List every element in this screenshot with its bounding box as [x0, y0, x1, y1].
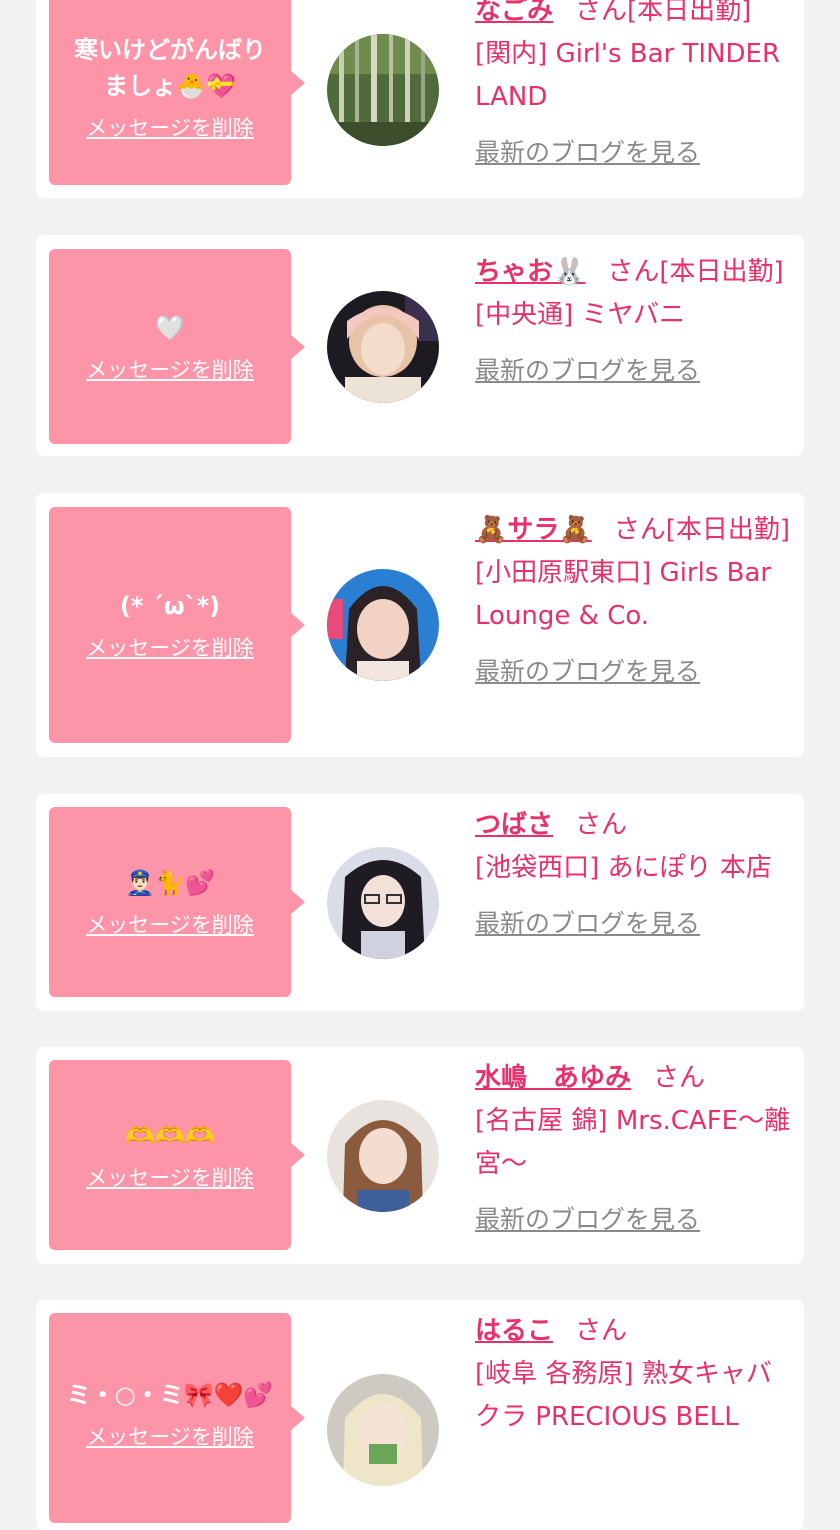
message-text: 🫶🫶🫶 — [125, 1122, 215, 1150]
delete-message-link[interactable]: メッセージを削除 — [86, 1162, 254, 1192]
work-status: [本日出勤] — [665, 515, 791, 545]
bamboo-forest-photo-icon — [327, 34, 439, 146]
message-text: 👮🏻‍♂️🐈💕 — [125, 869, 215, 897]
honorific: さん — [607, 257, 660, 287]
girl-name-link[interactable]: なごみ — [475, 0, 553, 26]
shop-name: [関内] Girl's Bar TINDER LAND — [475, 39, 781, 112]
honorific: さん — [613, 515, 666, 545]
delete-message-link[interactable]: メッセージを削除 — [86, 909, 254, 939]
girl-portrait-photo-icon — [327, 1374, 439, 1486]
message-bubble: 👮🏻‍♂️🐈💕 メッセージを削除 — [49, 807, 305, 997]
message-card: (* ´ω`*) メッセージを削除 🧸サラ🧸 さん[本日出勤] [小田原駅東口] … — [36, 493, 804, 757]
latest-blog-link[interactable]: 最新のブログを見る — [475, 650, 795, 693]
message-card: ミ・○・ミ🎀❤️💕 メッセージを削除 はるこ さん [岐阜 各務原] 熟女キャバク… — [36, 1300, 804, 1530]
avatar[interactable] — [327, 1374, 439, 1486]
honorific: さん — [575, 810, 628, 840]
avatar[interactable] — [327, 1100, 439, 1212]
delete-message-link[interactable]: メッセージを削除 — [86, 354, 254, 384]
girl-name-link[interactable]: つばさ — [475, 810, 553, 840]
message-text: ミ・○・ミ🎀❤️💕 — [66, 1381, 274, 1409]
message-card: 寒いけどがんばり ましょ🐣💝 メッセージを削除 なごみ さん[本日出勤] [関内]… — [36, 0, 804, 198]
shop-name: [岐阜 各務原] 熟女キャバクラ PRECIOUS BELL — [475, 1359, 772, 1432]
shop-name: [名古屋 錦] Mrs.CAFE〜離宮〜 — [475, 1106, 791, 1179]
message-bubble: (* ´ω`*) メッセージを削除 — [49, 507, 305, 743]
work-status: [本日出勤] — [659, 257, 784, 287]
avatar[interactable] — [327, 569, 439, 681]
shop-name: [小田原駅東口] Girls Bar Lounge & Co. — [475, 558, 772, 631]
delete-message-link[interactable]: メッセージを削除 — [86, 1421, 254, 1451]
latest-blog-link[interactable]: 最新のブログを見る — [475, 131, 795, 174]
avatar[interactable] — [327, 291, 439, 403]
message-text: 🤍 — [155, 313, 185, 342]
delete-message-link[interactable]: メッセージを削除 — [86, 112, 254, 142]
latest-blog-link[interactable]: 最新のブログを見る — [475, 902, 795, 945]
girl-info: つばさ さん [池袋西口] あにぽり 本店 最新のブログを見る — [475, 804, 795, 945]
girl-name-link[interactable]: 水嶋 あゆみ — [475, 1063, 631, 1093]
latest-blog-link[interactable]: 最新のブログを見る — [475, 1198, 795, 1241]
message-bubble: 🤍 メッセージを削除 — [49, 249, 305, 444]
message-card: 🫶🫶🫶 メッセージを削除 水嶋 あゆみ さん [名古屋 錦] Mrs.CAFE〜離… — [36, 1047, 804, 1264]
girl-portrait-photo-icon — [327, 847, 439, 959]
latest-blog-link[interactable]: 最新のブログを見る — [475, 349, 795, 392]
honorific: さん — [575, 1316, 628, 1346]
message-text: (* ´ω`*) — [119, 592, 221, 620]
girl-info: ちゃお🐰 さん[本日出勤] [中央通] ミヤバニ 最新のブログを見る — [475, 251, 795, 392]
girl-info: 水嶋 あゆみ さん [名古屋 錦] Mrs.CAFE〜離宮〜 最新のブログを見る — [475, 1057, 795, 1241]
girl-portrait-photo-icon — [327, 291, 439, 403]
girl-portrait-photo-icon — [327, 1100, 439, 1212]
girl-name-link[interactable]: 🧸サラ🧸 — [475, 515, 592, 545]
message-card: 👮🏻‍♂️🐈💕 メッセージを削除 つばさ さん [池袋西口] あにぽり 本店 最新… — [36, 794, 804, 1011]
avatar[interactable] — [327, 34, 439, 146]
shop-name: [池袋西口] あにぽり 本店 — [475, 853, 772, 883]
delete-message-link[interactable]: メッセージを削除 — [86, 632, 254, 662]
message-bubble: 寒いけどがんばり ましょ🐣💝 メッセージを削除 — [49, 0, 305, 185]
girl-name-link[interactable]: はるこ — [475, 1316, 553, 1346]
girl-info: はるこ さん [岐阜 各務原] 熟女キャバクラ PRECIOUS BELL — [475, 1310, 795, 1439]
honorific: さん — [575, 0, 628, 26]
avatar[interactable] — [327, 847, 439, 959]
honorific: さん — [653, 1063, 706, 1093]
girl-portrait-photo-icon — [327, 569, 439, 681]
message-text: 寒いけどがんばり ましょ🐣💝 — [74, 35, 266, 100]
message-bubble: 🫶🫶🫶 メッセージを削除 — [49, 1060, 305, 1250]
girl-info: なごみ さん[本日出勤] [関内] Girl's Bar TINDER LAND … — [475, 0, 795, 174]
work-status: [本日出勤] — [627, 0, 752, 26]
message-card: 🤍 メッセージを削除 ちゃお🐰 さん[本日出勤] [中央通] ミヤバニ 最新のブロ… — [36, 235, 804, 456]
girl-info: 🧸サラ🧸 さん[本日出勤] [小田原駅東口] Girls Bar Lounge &… — [475, 509, 795, 693]
girl-name-link[interactable]: ちゃお🐰 — [475, 257, 585, 287]
message-bubble: ミ・○・ミ🎀❤️💕 メッセージを削除 — [49, 1313, 305, 1523]
shop-name: [中央通] ミヤバニ — [475, 300, 686, 330]
